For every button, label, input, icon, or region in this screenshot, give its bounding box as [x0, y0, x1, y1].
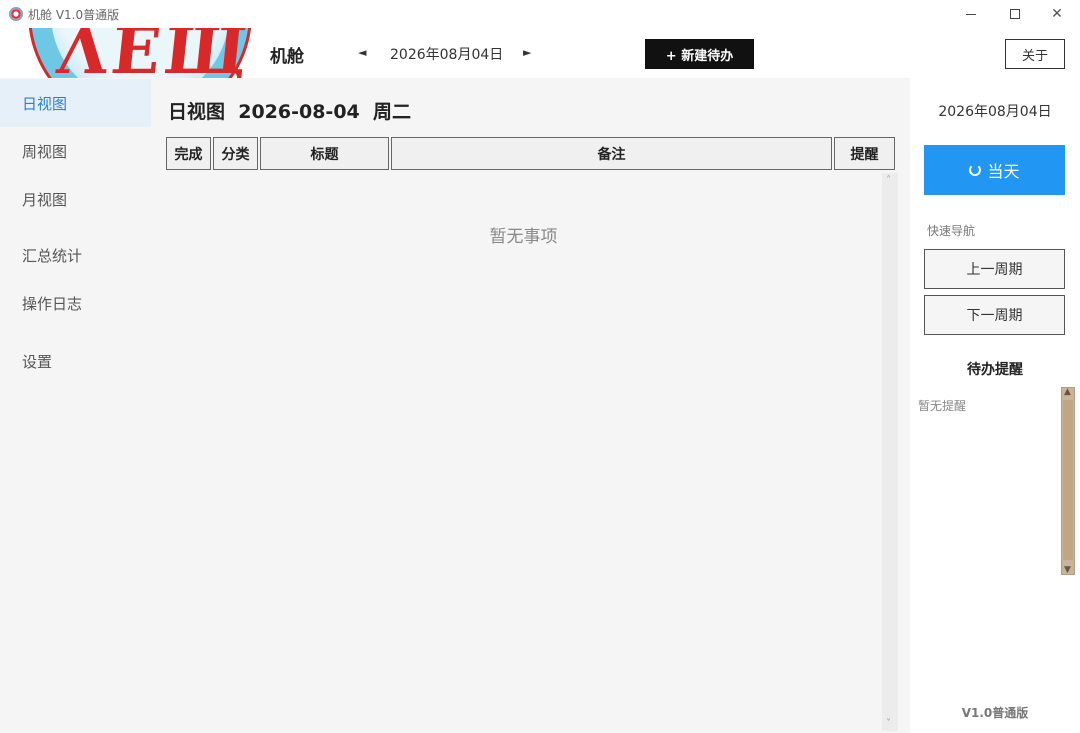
reminder-scroll-thumb[interactable] — [1063, 400, 1073, 560]
view-title: 日视图 2026-08-04 周二 — [168, 101, 411, 123]
sidebar-item-month-view[interactable]: 月视图 — [0, 175, 151, 223]
header-date: 2026年08月04日 — [390, 47, 504, 63]
sidebar-item-week-view[interactable]: 周视图 — [0, 127, 151, 175]
today-button-label: 当天 — [987, 162, 1020, 181]
main-content: 日视图 2026-08-04 周二 完成 分类 标题 备注 提醒 暂无事项 ˄ … — [151, 78, 910, 733]
empty-state-text: 暂无事项 — [489, 227, 558, 247]
reminder-empty-text: 暂无提醒 — [918, 399, 967, 413]
sidebar-item-settings[interactable]: 设置 — [0, 337, 151, 385]
quick-nav-label: 快速导航 — [927, 224, 976, 238]
column-header-notes[interactable]: 备注 — [391, 137, 832, 170]
reminder-title: 待办提醒 — [967, 362, 1023, 378]
minimize-icon — [966, 13, 976, 15]
column-header-title[interactable]: 标题 — [260, 137, 389, 170]
app-icon — [9, 7, 23, 21]
close-button[interactable]: ✕ — [1034, 0, 1080, 28]
scroll-down-icon[interactable]: ˅ — [886, 718, 891, 729]
scroll-up-icon[interactable]: ˄ — [886, 175, 891, 186]
selected-date: 2026年08月04日 — [938, 104, 1052, 120]
reminder-scrollbar[interactable]: ▲ ▼ — [1061, 387, 1075, 575]
reminder-scroll-down-icon[interactable]: ▼ — [1064, 565, 1071, 575]
right-panel: 2026年08月04日 当天 快速导航 上一周期 下一周期 待办提醒 暂无提醒 … — [910, 78, 1080, 733]
logo-text: ΛΕЩ — [54, 28, 256, 78]
minimize-button[interactable] — [948, 0, 994, 28]
today-button[interactable]: 当天 — [924, 145, 1065, 195]
window-title: 机舱 V1.0普通版 — [28, 8, 120, 22]
refresh-icon — [969, 164, 982, 176]
sidebar-item-day-view[interactable]: 日视图 — [0, 79, 151, 127]
app-brand: 机舱 — [270, 47, 304, 67]
column-header-category[interactable]: 分类 — [213, 137, 258, 170]
sidebar-nav: 日视图 周视图 月视图 汇总统计 操作日志 设置 — [0, 78, 151, 733]
column-header-done[interactable]: 完成 — [166, 137, 211, 170]
new-todo-button[interactable]: + 新建待办 — [645, 39, 754, 69]
window-titlebar: 机舱 V1.0普通版 ✕ — [0, 0, 1080, 28]
maximize-button[interactable] — [992, 0, 1038, 28]
column-header-reminder[interactable]: 提醒 — [834, 137, 895, 170]
table-scrollbar[interactable]: ˄ ˅ — [882, 173, 898, 731]
reminder-scroll-up-icon[interactable]: ▲ — [1064, 387, 1071, 397]
close-icon: ✕ — [1051, 6, 1063, 22]
about-button[interactable]: 关于 — [1005, 39, 1065, 69]
version-label: V1.0普通版 — [961, 706, 1029, 720]
next-period-button[interactable]: 下一周期 — [924, 295, 1065, 335]
app-logo: ΛΕЩ — [24, 28, 256, 78]
next-date-arrow-icon[interactable]: ► — [523, 46, 531, 59]
sidebar-item-summary[interactable]: 汇总统计 — [0, 231, 151, 279]
prev-date-arrow-icon[interactable]: ◄ — [358, 46, 366, 59]
prev-period-button[interactable]: 上一周期 — [924, 249, 1065, 289]
sidebar-item-operation-log[interactable]: 操作日志 — [0, 279, 151, 327]
maximize-icon — [1010, 9, 1020, 19]
